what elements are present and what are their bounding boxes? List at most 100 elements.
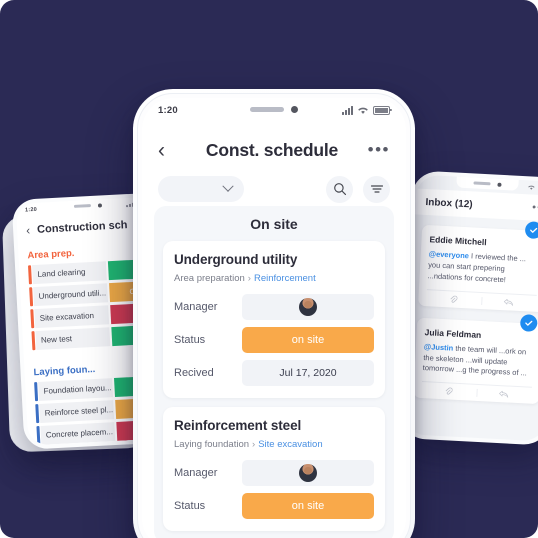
center-appbar: ‹ Const. schedule ••• [142,130,406,170]
recived-date-value[interactable]: Jul 17, 2020 [242,360,374,386]
speaker-icon [473,181,491,186]
right-phone-notch [456,176,519,191]
reply-icon[interactable] [475,389,532,401]
search-button[interactable] [326,175,353,203]
row-accent-bar [31,331,35,351]
reply-icon[interactable] [480,296,537,308]
wifi-icon [358,107,368,114]
row-name: Foundation layou... [38,378,114,401]
status-group-on-site: On site Underground utility Area prepara… [154,206,394,538]
read-check-icon[interactable] [519,313,538,332]
field-label: Status [174,500,206,512]
list-item[interactable]: Eddie Mitchell @everyone I reviewed the … [418,221,538,312]
left-phone-notch [56,198,120,213]
inbox-title: Inbox (12) [425,196,473,210]
row-name: Site excavation [34,305,110,329]
breadcrumb: Laying foundation › Site excavation [174,439,374,450]
message-sender: Julia Feldman [424,326,482,340]
message-mention[interactable]: @Justin [424,342,454,353]
task-title: Underground utility [174,252,298,267]
task-field-status: Status on site [174,493,374,519]
speaker-icon [73,204,92,208]
status-icons [342,105,392,115]
battery-icon [373,105,392,115]
breadcrumb-parent: Area preparation [174,273,245,284]
inbox-message-list[interactable]: Eddie Mitchell @everyone I reviewed the … [403,214,538,441]
check-icon [530,227,538,233]
field-label: Recived [174,367,214,379]
chevron-down-icon [222,180,234,192]
attachment-icon[interactable] [421,386,476,397]
breadcrumb-link[interactable]: Site excavation [258,439,322,450]
more-options-icon[interactable]: ••• [366,141,390,158]
row-name: Underground utili... [33,283,109,307]
message-body: @Justin the team will ...ork on the skel… [422,342,534,387]
right-phone: Inbox (12) ••• Eddie Mitchell @everyone … [399,170,538,446]
row-name: Concrete placem... [40,422,116,445]
breadcrumb-separator: › [252,439,256,450]
center-phone-notch [215,98,333,120]
row-name: Reinforce steel pl... [39,400,115,423]
status-badge[interactable]: on site [242,493,374,519]
status-time: 1:20 [158,104,178,116]
wifi-icon [528,185,535,190]
breadcrumb-link[interactable]: Reinforcement [254,273,316,284]
status-badge[interactable]: on site [242,327,374,353]
task-field-status: Status on site [174,327,374,353]
row-name: Land clearing [31,261,107,285]
breadcrumb-separator: › [247,273,251,284]
view-select[interactable] [158,176,244,202]
row-accent-bar [27,265,32,285]
right-phone-screen: Inbox (12) ••• Eddie Mitchell @everyone … [403,174,538,442]
row-accent-bar [36,426,40,446]
field-label: Status [174,334,206,346]
attachment-icon[interactable] [426,294,481,305]
row-name: New test [35,327,111,351]
filter-button[interactable] [363,175,390,203]
schedule-content[interactable]: On site Underground utility Area prepara… [142,206,406,538]
back-icon[interactable]: ‹ [158,140,178,161]
left-group-label: Laying foun... [33,364,96,379]
camera-icon [291,105,298,113]
avatar [299,464,317,482]
avatar [299,298,317,316]
manager-value[interactable] [242,460,374,486]
left-back-icon[interactable]: ‹ [26,223,31,237]
right-more-icon[interactable]: ••• [532,201,538,214]
right-status-icons [527,184,538,191]
row-accent-bar [35,404,39,424]
breadcrumb-parent: Laying foundation [174,439,250,450]
left-group-label: Area prep. [27,247,75,262]
message-sender: Eddie Mitchell [429,234,487,248]
list-item[interactable]: Julia Feldman @Justin the team will ...o… [413,313,538,405]
center-toolbar [142,172,406,206]
filter-icon [370,185,383,193]
search-icon [333,183,346,196]
task-card[interactable]: Underground utility Area preparation › Rei… [163,241,385,398]
task-title: Reinforcement steel [174,418,302,433]
center-phone: 1:20 ‹ Const. schedule ••• On site Under… [133,89,415,538]
left-page-title: Construction sch [36,219,128,236]
page-title: Const. schedule [205,139,339,160]
center-phone-screen: 1:20 ‹ Const. schedule ••• On site Under… [142,98,406,538]
check-icon [525,320,533,326]
task-field-recived: Recived Jul 17, 2020 [174,360,374,386]
row-accent-bar [34,382,38,402]
task-field-manager: Manager [174,294,374,320]
manager-value[interactable] [242,294,374,320]
group-title: On site [250,216,298,232]
message-body: @everyone I reviewed the ... you can sta… [427,249,538,294]
row-accent-bar [30,309,34,329]
camera-icon [497,182,502,187]
read-check-icon[interactable] [524,221,538,240]
row-accent-bar [29,287,33,307]
signal-icon [342,105,353,115]
field-label: Manager [174,467,218,479]
speaker-icon [250,106,284,112]
task-card[interactable]: Reinforcement steel Laying foundation › Si… [163,407,385,531]
field-label: Manager [174,301,218,313]
camera-icon [97,202,103,208]
message-mention[interactable]: @everyone [429,249,470,260]
left-status-time: 1:20 [24,206,38,213]
app-mockup-stage: 1:20 ‹ Construction sch Area prep. S [0,0,538,538]
